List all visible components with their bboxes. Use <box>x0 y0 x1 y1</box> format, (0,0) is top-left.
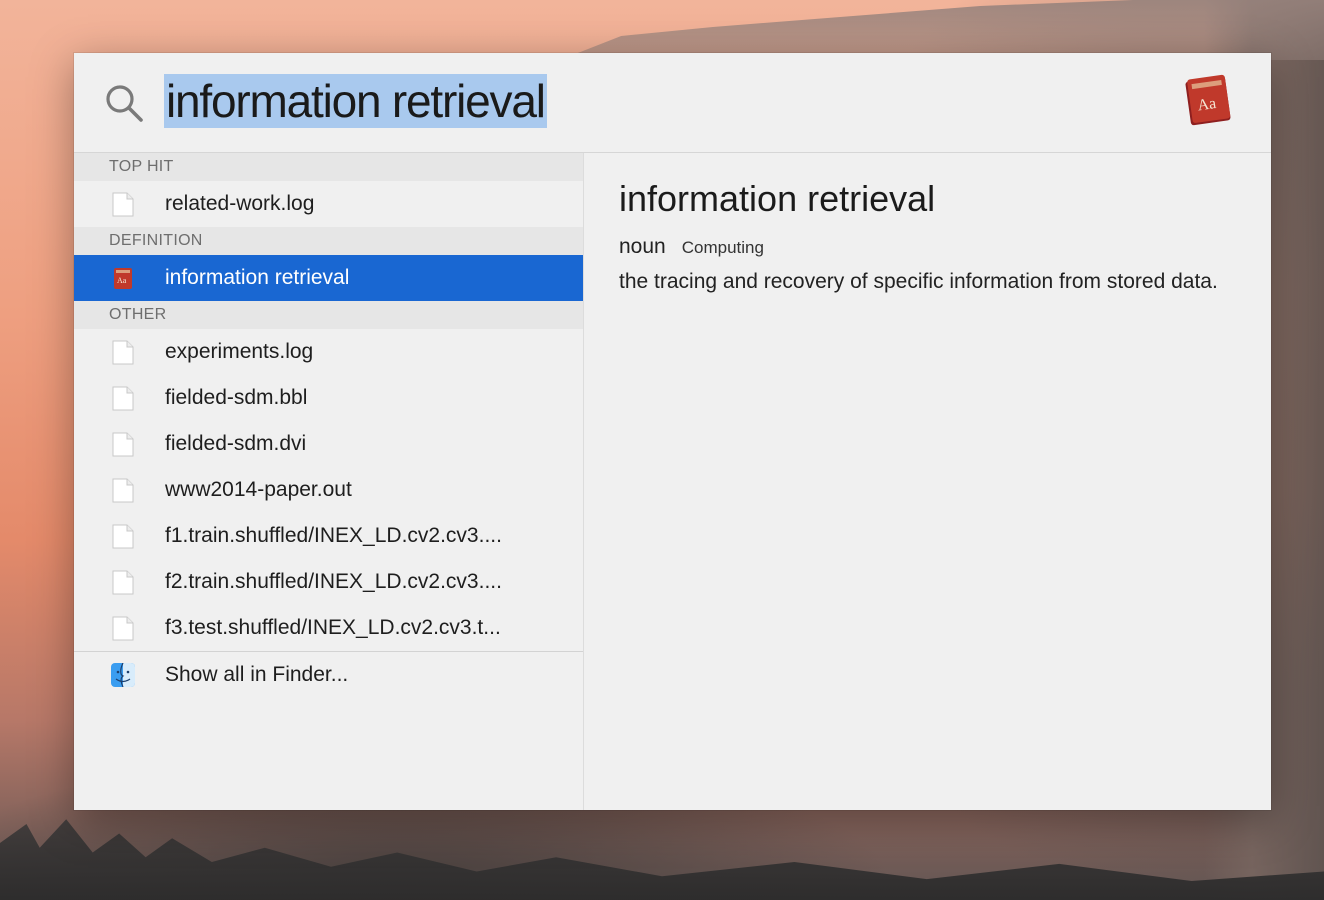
definition-domain: Computing <box>681 238 764 257</box>
dictionary-icon: Aa <box>114 268 132 289</box>
svg-text:Aa: Aa <box>1196 95 1217 114</box>
search-bar: information retrieval Aa <box>74 53 1271 153</box>
result-row-definition[interactable]: Aa information retrieval <box>74 255 583 301</box>
result-label: related-work.log <box>165 192 315 215</box>
document-icon <box>112 570 134 595</box>
part-of-speech: noun <box>619 235 666 258</box>
results-list: TOP HIT related-work.log DEFINITION Aa i… <box>74 153 584 810</box>
result-label: fielded-sdm.dvi <box>165 432 307 455</box>
result-row[interactable]: fielded-sdm.dvi <box>74 421 583 467</box>
show-all-in-finder-button[interactable]: Show all in Finder... <box>74 651 583 698</box>
document-icon <box>112 432 134 457</box>
document-icon <box>112 478 134 503</box>
result-row-top-hit[interactable]: related-work.log <box>74 181 583 227</box>
result-label: fielded-sdm.bbl <box>165 386 308 409</box>
search-input[interactable]: information retrieval <box>164 74 547 128</box>
show-all-label: Show all in Finder... <box>165 663 349 686</box>
result-label: experiments.log <box>165 340 314 363</box>
document-icon <box>112 616 134 641</box>
definition-meta: noun Computing <box>619 235 764 259</box>
result-row[interactable]: f2.train.shuffled/INEX_LD.cv2.cv3.... <box>74 559 583 605</box>
preview-pane: information retrieval noun Computing the … <box>619 153 1249 793</box>
result-row[interactable]: fielded-sdm.bbl <box>74 375 583 421</box>
result-label: f2.train.shuffled/INEX_LD.cv2.cv3.... <box>165 570 502 593</box>
result-row[interactable]: www2014-paper.out <box>74 467 583 513</box>
result-row[interactable]: f3.test.shuffled/INEX_LD.cv2.cv3.t... <box>74 605 583 651</box>
finder-icon <box>111 663 135 687</box>
result-row[interactable]: experiments.log <box>74 329 583 375</box>
definition-title: information retrieval <box>619 178 936 219</box>
wallpaper-ridge <box>560 0 1324 60</box>
result-label: f3.test.shuffled/INEX_LD.cv2.cv3.t... <box>165 616 501 639</box>
document-icon <box>112 192 134 217</box>
svg-text:Aa: Aa <box>117 276 127 285</box>
document-icon <box>112 340 134 365</box>
result-label: www2014-paper.out <box>165 478 352 501</box>
result-row[interactable]: f1.train.shuffled/INEX_LD.cv2.cv3.... <box>74 513 583 559</box>
result-label: information retrieval <box>165 266 350 289</box>
section-header-definition: DEFINITION <box>74 227 583 255</box>
document-icon <box>112 524 134 549</box>
section-header-other: OTHER <box>74 301 583 329</box>
definition-text: the tracing and recovery of specific inf… <box>619 270 1218 293</box>
section-header-top-hit: TOP HIT <box>74 153 583 181</box>
spotlight-window: information retrieval Aa TOP HIT related… <box>74 53 1271 810</box>
wallpaper-trees <box>0 819 1324 900</box>
document-icon <box>112 386 134 411</box>
dictionary-icon: Aa <box>1185 74 1231 126</box>
search-icon <box>106 85 143 122</box>
result-label: f1.train.shuffled/INEX_LD.cv2.cv3.... <box>165 524 502 547</box>
